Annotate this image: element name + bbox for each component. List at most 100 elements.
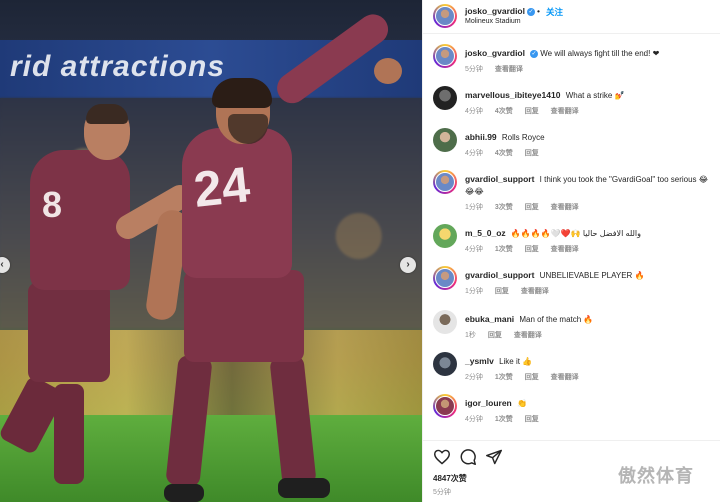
reply-link[interactable]: 回复 — [525, 108, 539, 115]
translate-link[interactable]: 查看翻译 — [551, 246, 579, 253]
player-24-shorts — [184, 270, 304, 362]
comment-avatar[interactable] — [433, 128, 457, 152]
comment-body: josko_gvardiol ✓ We will always fight til… — [465, 47, 715, 60]
comment-avatar[interactable] — [433, 352, 457, 376]
reply-link[interactable]: 回复 — [495, 288, 509, 295]
comment-body: abhii.99 Rolls Royce — [465, 131, 715, 144]
comment-body: marvellous_ibiteye1410 What a strike 💅 — [465, 89, 715, 102]
post-photo[interactable]: rid attractions 8 24 ‹ › — [0, 0, 422, 502]
carousel-next-button[interactable]: › — [400, 257, 416, 273]
comment-avatar[interactable] — [433, 170, 457, 194]
player-24-boot — [278, 478, 330, 498]
comment-text: Man of the match 🔥 — [519, 315, 594, 324]
player-8-shorts — [28, 282, 110, 382]
follow-button[interactable]: 关注 — [546, 6, 563, 18]
comment-username[interactable]: m_5_0_oz — [465, 228, 506, 238]
translate-link[interactable]: 查看翻译 — [551, 204, 579, 211]
player-8-number: 8 — [42, 184, 63, 225]
comment-time: 4分钟 — [465, 416, 483, 423]
comment-username[interactable]: abhii.99 — [465, 132, 497, 142]
comment-body: ebuka_mani Man of the match 🔥 — [465, 313, 715, 326]
header-separator: • — [537, 6, 540, 16]
comment-time: 1分钟 — [465, 204, 483, 211]
reply-link[interactable]: 回复 — [488, 332, 502, 339]
comment-avatar[interactable] — [433, 310, 457, 334]
reply-link[interactable]: 回复 — [525, 204, 539, 211]
author-avatar[interactable] — [433, 4, 457, 28]
comment-body: _ysmlv Like it 👍 — [465, 355, 715, 368]
comment-username[interactable]: marvellous_ibiteye1410 — [465, 90, 560, 100]
comment-meta: 4分钟 4次赞 回复 查看翻译 — [465, 106, 589, 116]
comment-meta: 5分钟 查看翻译 — [465, 64, 533, 74]
comment-likes[interactable]: 4次赞 — [495, 108, 513, 115]
comment-username[interactable]: igor_louren — [465, 398, 512, 408]
translate-link[interactable]: 查看翻译 — [551, 374, 579, 381]
player-8-hair — [86, 104, 128, 124]
comment-avatar[interactable] — [433, 394, 457, 418]
comment-avatar[interactable] — [433, 224, 457, 248]
reply-link[interactable]: 回复 — [525, 246, 539, 253]
comment-username[interactable]: gvardiol_support — [465, 174, 534, 184]
comment-username[interactable]: ebuka_mani — [465, 314, 514, 324]
comment-meta: 4分钟 1次赞 回复 — [465, 414, 549, 424]
comment-time: 2分钟 — [465, 374, 483, 381]
comment-text: Like it 👍 — [499, 357, 533, 366]
verified-badge-icon: ✓ — [527, 7, 535, 16]
post-side-panel: josko_gvardiol ✓ • 关注 Molineux Stadium jo… — [422, 0, 720, 502]
comment-likes[interactable]: 1次赞 — [495, 416, 513, 423]
comment-text: What a strike 💅 — [565, 91, 625, 100]
comment-body: igor_louren 👏 — [465, 397, 715, 410]
author-username-text[interactable]: josko_gvardiol — [465, 6, 525, 16]
comment-text: 👏 — [517, 399, 527, 408]
heart-icon[interactable] — [433, 449, 451, 465]
translate-link[interactable]: 查看翻译 — [521, 288, 549, 295]
comment-time: 4分钟 — [465, 246, 483, 253]
stadium-banner-text: rid attractions — [10, 50, 226, 83]
watermark-logo: 傲然体育 — [618, 466, 694, 487]
reply-link[interactable]: 回复 — [525, 416, 539, 423]
comment-text: We will always fight till the end! ❤ — [540, 49, 660, 58]
comment-time: 1秒 — [465, 332, 476, 339]
comment-text: UNBELIEVABLE PLAYER 🔥 — [539, 271, 645, 280]
comment-time: 4分钟 — [465, 150, 483, 157]
likes-count[interactable]: 4847次赞 — [433, 473, 467, 484]
comment-body: gvardiol_support I think you took the "G… — [465, 173, 715, 198]
player-24-boot — [164, 484, 204, 502]
comment-text: Rolls Royce — [501, 133, 545, 142]
comment-avatar[interactable] — [433, 266, 457, 290]
comment-likes[interactable]: 3次赞 — [495, 204, 513, 211]
player-24-hair — [212, 78, 272, 108]
comment-meta: 1分钟 回复 查看翻译 — [465, 286, 559, 296]
comment-username[interactable]: josko_gvardiol — [465, 48, 525, 58]
verified-badge-icon: ✓ — [530, 49, 538, 58]
comment-body: gvardiol_support UNBELIEVABLE PLAYER 🔥 — [465, 269, 715, 282]
post-location[interactable]: Molineux Stadium — [465, 18, 521, 25]
comment-meta: 1秒 回复 查看翻译 — [465, 330, 552, 340]
comment-meta: 2分钟 1次赞 回复 查看翻译 — [465, 372, 589, 382]
comment-likes[interactable]: 1次赞 — [495, 374, 513, 381]
post-header: josko_gvardiol ✓ • 关注 Molineux Stadium — [423, 0, 720, 34]
comment-username[interactable]: gvardiol_support — [465, 270, 534, 280]
comment-avatar[interactable] — [433, 86, 457, 110]
comment-body: m_5_0_oz 🔥🔥🔥🔥🤍❤️🙌 والله الافضل حاليا — [465, 227, 715, 240]
share-icon[interactable] — [485, 449, 503, 465]
comment-username[interactable]: _ysmlv — [465, 356, 494, 366]
comment-meta: 4分钟 4次赞 回复 — [465, 148, 549, 158]
comment-time: 1分钟 — [465, 288, 483, 295]
translate-link[interactable]: 查看翻译 — [551, 108, 579, 115]
player-24-fist — [374, 58, 402, 84]
comment-meta: 1分钟 3次赞 回复 查看翻译 — [465, 202, 589, 212]
comment-icon[interactable] — [459, 449, 477, 465]
comment-likes[interactable]: 1次赞 — [495, 246, 513, 253]
comment-likes[interactable]: 4次赞 — [495, 150, 513, 157]
comment-avatar[interactable] — [433, 44, 457, 68]
translate-link[interactable]: 查看翻译 — [495, 66, 523, 73]
reply-link[interactable]: 回复 — [525, 374, 539, 381]
author-username[interactable]: josko_gvardiol ✓ — [465, 6, 535, 16]
comment-meta: 4分钟 1次赞 回复 查看翻译 — [465, 244, 589, 254]
player-8-leg — [54, 384, 84, 484]
comment-text: 🔥🔥🔥🔥🤍❤️🙌 والله الافضل حاليا — [510, 229, 642, 238]
comment-time: 4分钟 — [465, 108, 483, 115]
reply-link[interactable]: 回复 — [525, 150, 539, 157]
translate-link[interactable]: 查看翻译 — [514, 332, 542, 339]
